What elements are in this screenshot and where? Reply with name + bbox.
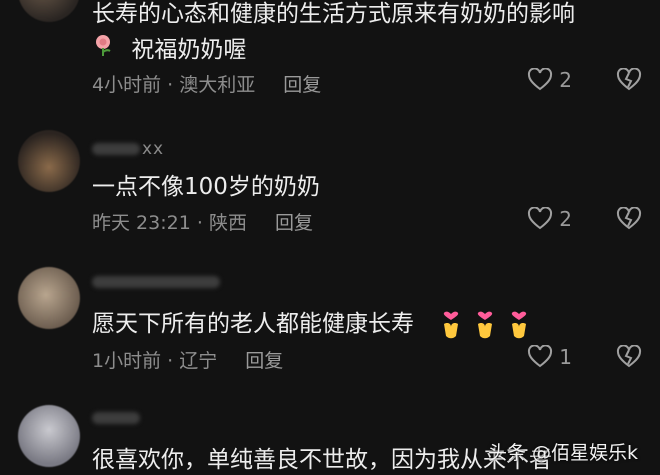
comment-text: 愿天下所有的老人都能健康长寿 — [92, 304, 531, 340]
comment-text-line2: 祝福奶奶喔 — [92, 30, 246, 64]
rose-emoji — [92, 33, 114, 57]
dislike-button[interactable] — [616, 345, 642, 369]
reply-button[interactable]: 回复 — [283, 74, 321, 96]
comment-time: 4小时前 — [92, 74, 162, 96]
broken-heart-icon — [616, 68, 642, 92]
comment-username[interactable]: xx — [92, 139, 164, 159]
heart-hands-emoji — [473, 310, 497, 340]
comment-meta: 1小时前 · 辽宁 回复 — [92, 346, 283, 373]
avatar[interactable] — [18, 267, 80, 329]
avatar[interactable] — [18, 0, 80, 22]
comment-text-line2-label: 祝福奶奶喔 — [131, 37, 247, 63]
reply-button[interactable]: 回复 — [275, 212, 313, 234]
username-blur — [92, 276, 220, 288]
heart-outline-icon — [527, 207, 553, 231]
avatar[interactable] — [18, 405, 80, 467]
meta-separator: · — [167, 350, 174, 372]
comment-meta: 昨天 23:21 · 陕西 回复 — [92, 208, 313, 235]
heart-hands-emoji — [507, 310, 531, 340]
heart-hands-emoji-group — [439, 310, 531, 340]
reply-button[interactable]: 回复 — [245, 350, 283, 372]
username-label: xx — [142, 139, 165, 159]
comment-meta: 4小时前 · 澳大利亚 回复 — [92, 70, 321, 97]
comment-location: 辽宁 — [179, 350, 218, 372]
comment-text: 很喜欢你，单纯善良不世故，因为我从来不者 — [92, 447, 552, 473]
comment-username[interactable] — [92, 408, 142, 428]
like-button[interactable]: 1 — [527, 345, 572, 369]
like-count: 2 — [559, 68, 572, 92]
dislike-button[interactable] — [616, 68, 642, 92]
comment-text-label: 愿天下所有的老人都能健康长寿 — [92, 311, 414, 337]
watermark: 头条 @佰星娱乐k — [487, 442, 638, 464]
comment-location: 澳大利亚 — [179, 74, 256, 96]
comment-text: 一点不像100岁的奶奶 — [92, 174, 320, 200]
comment-time: 昨天 23:21 — [92, 212, 191, 234]
avatar[interactable] — [18, 130, 80, 192]
meta-separator: · — [196, 212, 203, 234]
comment-location: 陕西 — [208, 212, 247, 234]
comment-username[interactable] — [92, 272, 222, 292]
heart-hands-emoji — [439, 310, 463, 340]
username-blur — [92, 412, 140, 424]
like-count: 2 — [559, 207, 572, 231]
comment-text: 长寿的心态和健康的生活方式原来有奶奶的影响 — [92, 1, 575, 27]
broken-heart-icon — [616, 345, 642, 369]
heart-outline-icon — [527, 345, 553, 369]
dislike-button[interactable] — [616, 207, 642, 231]
username-blur — [92, 143, 140, 155]
meta-separator: · — [167, 74, 174, 96]
heart-outline-icon — [527, 68, 553, 92]
like-button[interactable]: 2 — [527, 68, 572, 92]
broken-heart-icon — [616, 207, 642, 231]
like-count: 1 — [559, 345, 572, 369]
comment-time: 1小时前 — [92, 350, 162, 372]
like-button[interactable]: 2 — [527, 207, 572, 231]
